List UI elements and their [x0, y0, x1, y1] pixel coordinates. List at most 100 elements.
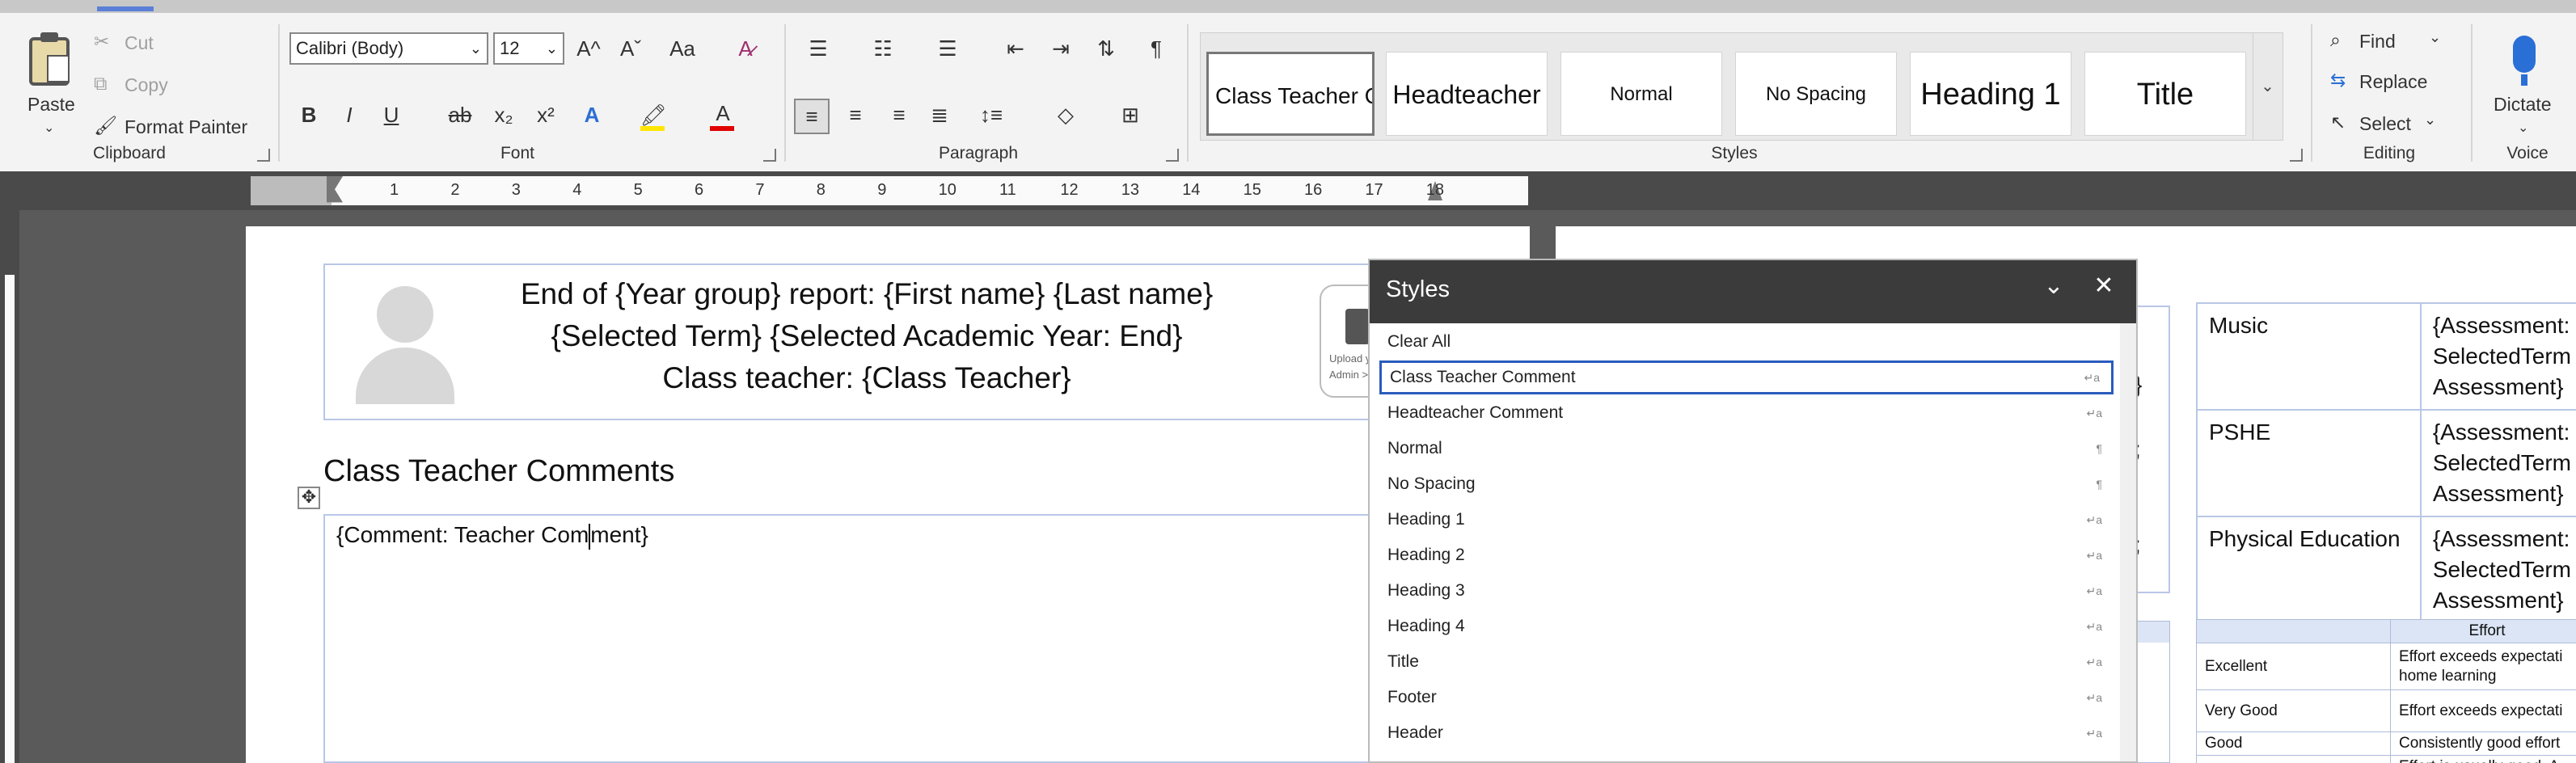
table-move-handle-icon[interactable]: ✥ — [298, 487, 320, 509]
table-row: Music {Assessment: SelectedTerm Assessment} — [2196, 302, 2576, 411]
ruler-text-area — [251, 176, 1528, 205]
justify-icon[interactable]: ≣ — [922, 99, 957, 131]
ruler-number: 3 — [511, 181, 521, 199]
style-class-teacher-comment[interactable]: Class Teacher C — [1206, 52, 1375, 136]
style-list-item[interactable]: No Spacing ¶ — [1379, 467, 2114, 501]
italic-icon[interactable]: I — [333, 99, 365, 131]
chevron-down-icon: ⌄ — [2518, 121, 2529, 135]
style-headteacher[interactable]: Headteacher — [1386, 52, 1548, 136]
style-list-item[interactable]: Heading 1 ↵a — [1379, 503, 2114, 537]
style-list-item[interactable]: Header ↵a — [1379, 716, 2114, 750]
assessment-line: Assessment} — [2432, 588, 2564, 613]
font-size-dropdown[interactable]: 12 ⌄ — [493, 32, 564, 65]
close-icon[interactable]: ✕ — [2088, 272, 2120, 304]
comment-placeholder: {Comment: Teacher Comment} — [336, 522, 648, 550]
avatar — [353, 285, 458, 404]
style-list-item[interactable]: Footer ↵a — [1379, 681, 2114, 715]
comment-text-before-cursor: {Comment: Teacher Com — [336, 522, 589, 547]
multilevel-list-icon[interactable]: ☰ — [925, 32, 970, 65]
font-color-icon[interactable]: A — [705, 97, 741, 129]
find-button[interactable]: ⌕ Find ⌄ — [2327, 24, 2448, 58]
style-list-item[interactable]: Clear All — [1379, 325, 2114, 359]
replace-button[interactable]: ⇆ Replace — [2327, 65, 2456, 99]
show-formatting-icon[interactable]: ¶ — [1138, 32, 1174, 65]
styles-gallery-more-button[interactable]: ⌄ — [2253, 32, 2282, 141]
bullets-icon[interactable]: ☰ — [796, 32, 841, 65]
style-item-label: Heading 1 — [1387, 510, 1465, 529]
bold-icon[interactable]: B — [293, 99, 325, 131]
styles-pane-header[interactable]: Styles ⌄ ✕ — [1370, 260, 2136, 323]
style-heading-1[interactable]: Heading 1 — [1910, 52, 2071, 136]
ruler-number: 10 — [938, 181, 956, 199]
subscript-icon[interactable]: x₂ — [485, 99, 522, 131]
assessment-line: {Assessment: — [2432, 526, 2570, 551]
align-left-icon[interactable]: ≡ — [794, 99, 830, 134]
line-spacing-icon[interactable]: ↕≡ — [967, 99, 1016, 131]
shading-icon[interactable]: ◇ — [1043, 99, 1088, 131]
style-list-item[interactable]: Heading 4 ↵a — [1379, 609, 2114, 643]
change-case-icon[interactable]: Aa — [657, 32, 708, 65]
style-no-spacing[interactable]: No Spacing — [1735, 52, 1897, 136]
copy-label: Copy — [125, 74, 168, 95]
clipboard-group-label: Clipboard — [93, 144, 166, 162]
numbering-icon[interactable]: ☷ — [860, 32, 906, 65]
style-list-item[interactable]: Heading 2 ↵a — [1379, 538, 2114, 572]
styles-launcher-icon[interactable] — [2290, 149, 2303, 162]
ruler-number: 6 — [695, 181, 704, 199]
align-center-icon[interactable]: ≡ — [838, 99, 873, 131]
font-name-dropdown[interactable]: Calibri (Body) ⌄ — [289, 32, 488, 65]
style-list-item[interactable]: Headteacher Comment ↵a — [1379, 396, 2114, 430]
cut-button[interactable]: ✂ Cut — [91, 26, 212, 58]
chevron-down-icon[interactable]: ⌄ — [2038, 272, 2070, 304]
decrease-indent-icon[interactable]: ⇤ — [998, 32, 1033, 65]
increase-indent-icon[interactable]: ⇥ — [1043, 32, 1079, 65]
sort-icon[interactable]: ⇅ — [1088, 32, 1124, 65]
style-list-item[interactable]: Class Teacher Comment ↵a — [1379, 360, 2114, 394]
style-item-label: Clear All — [1387, 332, 1451, 351]
style-item-label: Title — [1387, 652, 1419, 671]
subject-assessment-table: Music {Assessment: SelectedTerm Assessment}… — [2196, 302, 2576, 624]
effort-description: Effort exceeds expectati home learning — [2390, 643, 2576, 690]
style-list-item[interactable]: Heading 3 ↵a — [1379, 574, 2114, 608]
assessment-line: Assessment} — [2432, 374, 2564, 399]
clear-formatting-icon[interactable]: A̷ — [728, 32, 763, 65]
style-list-item[interactable]: Title ↵a — [1379, 645, 2114, 679]
dictate-button[interactable]: Dictate ⌄ — [2482, 24, 2571, 145]
chevron-down-icon: ⌄ — [2429, 29, 2442, 45]
assessment-line: SelectedTerm — [2432, 450, 2571, 475]
grow-font-icon[interactable]: A^ — [571, 32, 606, 65]
font-launcher-icon[interactable] — [763, 149, 776, 162]
effort-grade: Good — [2196, 731, 2391, 756]
style-title[interactable]: Title — [2084, 52, 2246, 136]
format-painter-button[interactable]: 🖌 Format Painter — [91, 110, 260, 142]
strikethrough-icon[interactable]: ab — [441, 99, 479, 131]
text-effects-icon[interactable]: A — [576, 99, 608, 131]
styles-pane-scrollbar[interactable] — [2120, 323, 2136, 761]
clipboard-launcher-icon[interactable] — [257, 149, 270, 162]
search-icon: ⌕ — [2330, 29, 2341, 50]
report-class-teacher: Class teacher: {Class Teacher} — [662, 361, 1071, 394]
styles-pane-title: Styles — [1386, 276, 1450, 302]
dictate-label: Dictate — [2494, 94, 2552, 115]
scissors-icon: ✂ — [94, 31, 110, 52]
select-button[interactable]: ↖ Select ⌄ — [2327, 107, 2448, 141]
copy-button[interactable]: ⧉ Copy — [91, 68, 212, 100]
effort-description: Consistently good effort — [2390, 731, 2576, 756]
avatar-head — [377, 286, 433, 343]
style-normal[interactable]: Normal — [1560, 52, 1722, 136]
table-row: Excellent Effort exceeds expectati home le… — [2196, 643, 2576, 690]
superscript-icon[interactable]: x² — [527, 99, 564, 131]
highlighter-icon[interactable]: 🖍 — [636, 99, 671, 131]
paste-button[interactable]: Paste ⌄ — [15, 24, 87, 145]
borders-icon[interactable]: ⊞ — [1108, 99, 1153, 131]
underline-icon[interactable]: U — [375, 99, 408, 131]
teacher-comment-cell[interactable]: {Comment: Teacher Comment} — [323, 514, 1423, 763]
ruler-number: 13 — [1121, 181, 1140, 199]
section-heading: Class Teacher Comments — [323, 454, 675, 488]
paragraph-launcher-icon[interactable] — [1166, 149, 1179, 162]
effort-corner-cell — [2196, 619, 2391, 643]
style-list-item[interactable]: Normal ¶ — [1379, 432, 2114, 466]
replace-icon: ⇆ — [2330, 70, 2346, 91]
shrink-font-icon[interactable]: Aˇ — [613, 32, 648, 65]
align-right-icon[interactable]: ≡ — [881, 99, 917, 131]
